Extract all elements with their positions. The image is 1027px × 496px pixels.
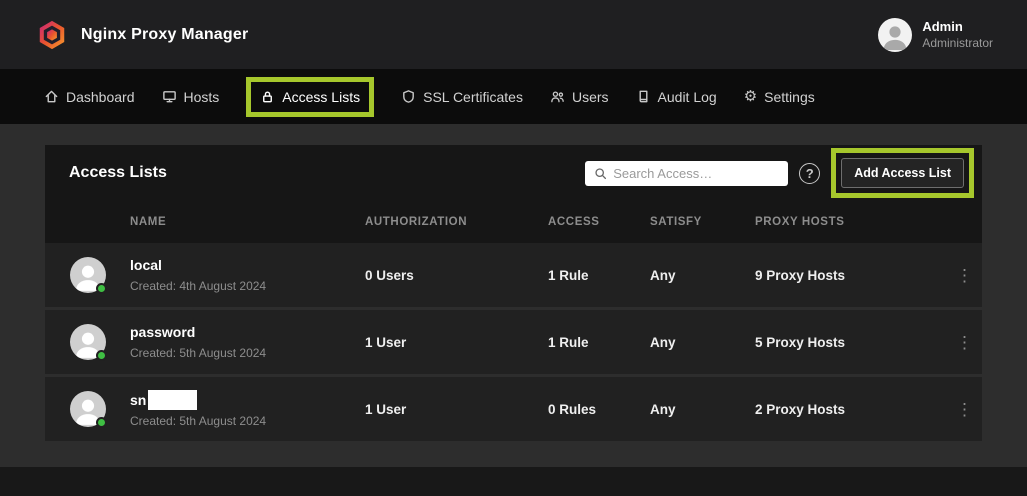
user-avatar [878,18,912,52]
app-logo-icon [36,19,68,51]
row-name: local [130,257,162,273]
table-row[interactable]: local Created: 4th August 2024 0 Users 1… [45,243,982,307]
user-menu[interactable]: Admin Administrator [878,18,993,52]
home-icon [44,89,59,104]
row-authorization: 1 User [365,402,548,417]
nav-item-users[interactable]: Users [550,89,609,105]
book-icon [636,89,651,104]
app-title: Nginx Proxy Manager [81,26,248,44]
row-created: Created: 5th August 2024 [130,346,365,360]
users-icon [550,89,565,104]
kebab-menu-icon[interactable]: ⋮ [956,401,973,418]
nav-item-label: Access Lists [282,89,360,105]
content-area: Access Lists ? Add Access List [0,124,1027,467]
gear-icon: ⚙ [744,89,757,104]
access-lists-card: Access Lists ? Add Access List [45,145,982,441]
nav-item-label: Users [572,89,609,105]
nav-item-label: Settings [764,89,815,105]
status-dot [96,417,107,428]
table-row[interactable]: password Created: 5th August 2024 1 User… [45,310,982,374]
redaction-box [148,390,197,410]
annotation-highlight-add-button: Add Access List [831,148,974,198]
column-header-proxy-hosts: PROXY HOSTS [755,216,948,228]
nav-item-dashboard[interactable]: Dashboard [44,89,135,105]
search-input[interactable] [613,166,779,181]
brand[interactable]: Nginx Proxy Manager [36,19,248,51]
search-box[interactable] [585,161,788,186]
kebab-menu-icon[interactable]: ⋮ [956,334,973,351]
row-proxy-hosts: 5 Proxy Hosts [755,335,948,350]
shield-icon [401,89,416,104]
user-name: Admin [922,19,993,34]
row-name: password [130,324,195,340]
lock-icon [260,89,275,104]
row-satisfy: Any [650,335,755,350]
row-access: 1 Rule [548,335,650,350]
nav-item-label: Hosts [184,89,220,105]
nav-item-audit-log[interactable]: Audit Log [636,89,717,105]
status-dot [96,350,107,361]
row-authorization: 1 User [365,335,548,350]
monitor-icon [162,89,177,104]
avatar [70,324,106,360]
row-created: Created: 5th August 2024 [130,414,365,428]
column-header-name: NAME [130,216,365,228]
nav-item-access-lists[interactable]: Access Lists [246,77,374,117]
column-header-satisfy: SATISFY [650,216,755,228]
row-created: Created: 4th August 2024 [130,279,365,293]
nav-item-label: SSL Certificates [423,89,523,105]
page-title: Access Lists [69,164,167,182]
nav-item-settings[interactable]: ⚙ Settings [744,89,815,105]
status-dot [96,283,107,294]
help-button[interactable]: ? [799,163,820,184]
app-header: Nginx Proxy Manager Admin Administrator [0,0,1027,69]
row-authorization: 0 Users [365,268,548,283]
kebab-menu-icon[interactable]: ⋮ [956,267,973,284]
column-header-access: ACCESS [548,216,650,228]
nav-item-hosts[interactable]: Hosts [162,89,220,105]
avatar [70,257,106,293]
table-header-row: NAME AUTHORIZATION ACCESS SATISFY PROXY … [45,201,982,243]
table-row[interactable]: sn Created: 5th August 2024 1 User 0 Rul… [45,377,982,441]
add-access-list-button[interactable]: Add Access List [841,158,964,188]
nav-item-ssl-certificates[interactable]: SSL Certificates [401,89,523,105]
user-role: Administrator [922,36,993,50]
row-access: 0 Rules [548,402,650,417]
row-proxy-hosts: 9 Proxy Hosts [755,268,948,283]
nav-item-label: Audit Log [658,89,717,105]
row-satisfy: Any [650,402,755,417]
row-access: 1 Rule [548,268,650,283]
row-name: sn [130,392,146,408]
main-nav: Dashboard Hosts Access Lists SSL Certifi… [0,69,1027,124]
search-icon [594,167,607,180]
row-satisfy: Any [650,268,755,283]
avatar [70,391,106,427]
row-proxy-hosts: 2 Proxy Hosts [755,402,948,417]
column-header-authorization: AUTHORIZATION [365,216,548,228]
nav-item-label: Dashboard [66,89,135,105]
